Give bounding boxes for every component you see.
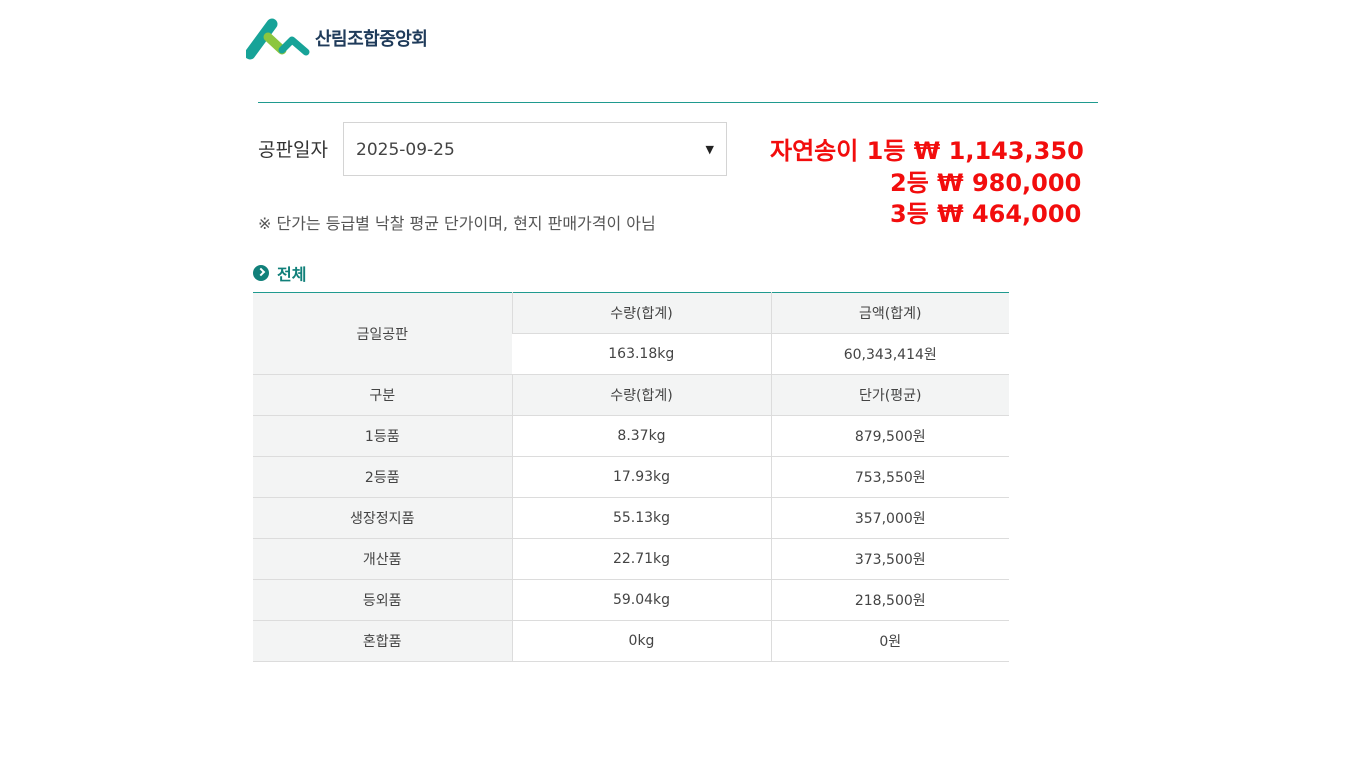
logo[interactable]: 산림조합중앙회 [246, 16, 428, 60]
grade-qty: 8.37kg [511, 415, 771, 457]
grade-name: 등외품 [253, 579, 512, 621]
price-grade-2: 2등 ₩ 980,000 [890, 168, 1082, 197]
auction-table: 금일공판 수량(합계) 금액(합계) 163.18kg 60,343,414원 … [253, 292, 1009, 662]
grade-price: 357,000원 [770, 497, 1009, 539]
summary-amount-value: 60,343,414원 [770, 333, 1009, 375]
table-row: 구분 수량(합계) 단가(평균) [253, 374, 1009, 416]
grade-header-price: 단가(평균) [770, 374, 1009, 416]
table-row: 금일공판 수량(합계) 금액(합계) [253, 292, 1009, 375]
price-notice: ※ 단가는 등급별 낙찰 평균 단가이며, 현지 판매가격이 아님 [258, 214, 656, 233]
grade-qty: 17.93kg [511, 456, 771, 498]
grade-qty: 59.04kg [511, 579, 771, 621]
table-row: 혼합품 0kg 0원 [253, 620, 1009, 662]
table-row: 생장정지품 55.13kg 357,000원 [253, 497, 1009, 539]
date-label: 공판일자 [258, 139, 328, 161]
grade-name: 1등품 [253, 415, 512, 457]
date-select[interactable]: 2025-09-25 ▼ [343, 122, 727, 176]
grade-name: 2등품 [253, 456, 512, 498]
summary-amount-header: 금액(합계) [770, 292, 1009, 334]
grade-header-qty: 수량(합계) [511, 374, 771, 416]
table-row: 등외품 59.04kg 218,500원 [253, 579, 1009, 621]
table-row: 개산품 22.71kg 373,500원 [253, 538, 1009, 580]
grade-qty: 55.13kg [511, 497, 771, 539]
grade-price: 373,500원 [770, 538, 1009, 580]
caret-down-icon: ▼ [705, 143, 714, 156]
summary-label: 금일공판 [253, 292, 512, 375]
grade-qty: 22.71kg [511, 538, 771, 580]
table-row: 2등품 17.93kg 753,550원 [253, 456, 1009, 498]
summary-qty-value: 163.18kg [512, 333, 771, 375]
grade-qty: 0kg [511, 620, 771, 662]
grade-name: 생장정지품 [253, 497, 512, 539]
grade-header-category: 구분 [253, 374, 512, 416]
price-grade-3: 3등 ₩ 464,000 [890, 200, 1082, 228]
price-overlay: 자연송이 1등 ₩ 1,143,350 2등 ₩ 980,000 3등 ₩ 46… [770, 136, 1090, 231]
grade-price: 753,550원 [770, 456, 1009, 498]
price-grade-1: 자연송이 1등 ₩ 1,143,350 [770, 137, 1084, 165]
table-row: 1등품 8.37kg 879,500원 [253, 415, 1009, 457]
summary-qty-header: 수량(합계) [511, 292, 771, 334]
grade-price: 879,500원 [770, 415, 1009, 457]
grade-price: 0원 [770, 620, 1009, 662]
grade-price: 218,500원 [770, 579, 1009, 621]
section-title-text: 전체 [277, 265, 307, 284]
date-select-value: 2025-09-25 [356, 140, 455, 160]
grade-name: 혼합품 [253, 620, 512, 662]
forest-cooperative-logo-icon [246, 18, 310, 60]
section-title: 전체 [253, 261, 306, 285]
arrow-right-circle-icon [253, 265, 269, 281]
grade-name: 개산품 [253, 538, 512, 580]
logo-text: 산림조합중앙회 [315, 29, 428, 50]
top-divider [258, 102, 1098, 103]
